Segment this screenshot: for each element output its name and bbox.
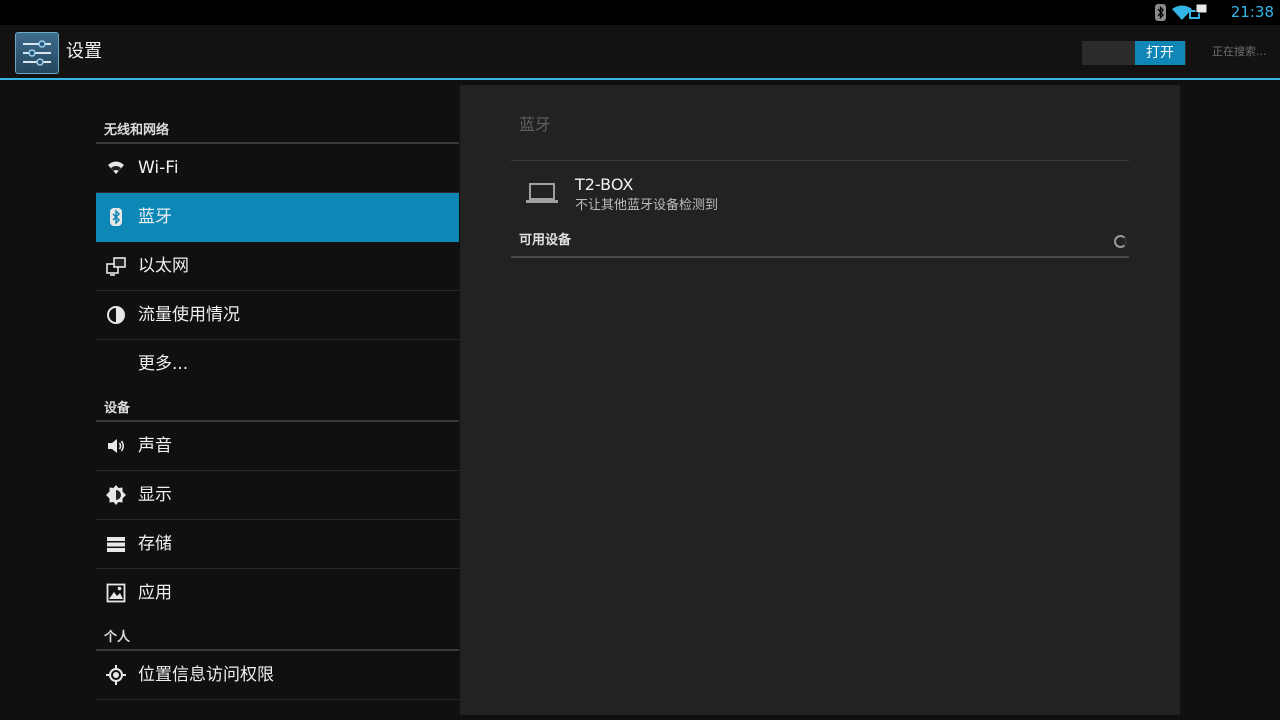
sidebar-item-more[interactable]: 更多... — [96, 340, 459, 389]
sidebar-item-label: 存储 — [138, 534, 172, 554]
laptop-icon — [526, 183, 558, 203]
sidebar-item-label: Wi-Fi — [138, 158, 179, 178]
status-bar: 21:38 — [0, 0, 1280, 25]
sidebar-item-label: 应用 — [138, 583, 172, 603]
section-header-personal: 个人 — [96, 618, 459, 651]
settings-sidebar: 无线和网络 Wi-Fi 蓝牙 以太网 流量使用情况 更多... 设备 声音 显示… — [96, 80, 459, 720]
status-icons — [1155, 3, 1208, 22]
settings-sliders-icon — [23, 40, 51, 66]
ethernet-icon — [106, 257, 126, 276]
page-title: 设置 — [66, 41, 102, 62]
sidebar-item-label: 流量使用情况 — [138, 305, 240, 325]
local-device-visibility[interactable]: 不让其他蓝牙设备检测到 — [575, 198, 718, 214]
bluetooth-icon — [110, 208, 122, 226]
bluetooth-toggle-on-label[interactable]: 打开 — [1135, 41, 1185, 65]
pane-title: 蓝牙 — [519, 115, 552, 134]
section-header-device: 设备 — [96, 389, 459, 422]
status-clock: 21:38 — [1230, 3, 1274, 21]
sidebar-item-label: 以太网 — [138, 256, 189, 276]
sidebar-item-apps[interactable]: 应用 — [96, 569, 459, 618]
scanning-spinner-icon — [1114, 235, 1127, 248]
ethernet-icon — [1189, 3, 1208, 19]
location-icon — [106, 665, 126, 685]
sidebar-item-sound[interactable]: 声音 — [96, 422, 459, 471]
sidebar-item-data-usage[interactable]: 流量使用情况 — [96, 291, 459, 340]
sidebar-item-label: 位置信息访问权限 — [138, 665, 274, 685]
sidebar-item-label: 蓝牙 — [138, 207, 172, 227]
available-devices-divider — [511, 256, 1129, 258]
bluetooth-detail-pane: 蓝牙 T2-BOX 不让其他蓝牙设备检测到 可用设备 — [460, 85, 1180, 715]
sidebar-item-location[interactable]: 位置信息访问权限 — [96, 651, 459, 700]
sidebar-item-display[interactable]: 显示 — [96, 471, 459, 520]
apps-icon — [106, 583, 126, 603]
display-brightness-icon — [106, 485, 126, 505]
data-usage-icon — [107, 306, 125, 324]
local-device-name[interactable]: T2-BOX — [575, 175, 633, 195]
pane-divider — [511, 160, 1129, 161]
sidebar-item-bluetooth[interactable]: 蓝牙 — [96, 193, 459, 242]
section-header-wireless: 无线和网络 — [96, 80, 459, 144]
sidebar-item-label: 更多... — [138, 354, 189, 374]
searching-status: 正在搜索... — [1212, 45, 1267, 58]
sound-icon — [108, 439, 125, 453]
sidebar-item-storage[interactable]: 存储 — [96, 520, 459, 569]
wifi-icon — [108, 161, 124, 174]
settings-app-icon[interactable] — [15, 32, 59, 74]
sidebar-item-label: 显示 — [138, 485, 172, 505]
sidebar-item-label: 声音 — [138, 436, 172, 456]
sidebar-item-wifi[interactable]: Wi-Fi — [96, 144, 459, 193]
available-devices-header: 可用设备 — [519, 233, 572, 248]
storage-icon — [107, 537, 125, 552]
bluetooth-icon — [1155, 4, 1166, 21]
sidebar-item-ethernet[interactable]: 以太网 — [96, 242, 459, 291]
